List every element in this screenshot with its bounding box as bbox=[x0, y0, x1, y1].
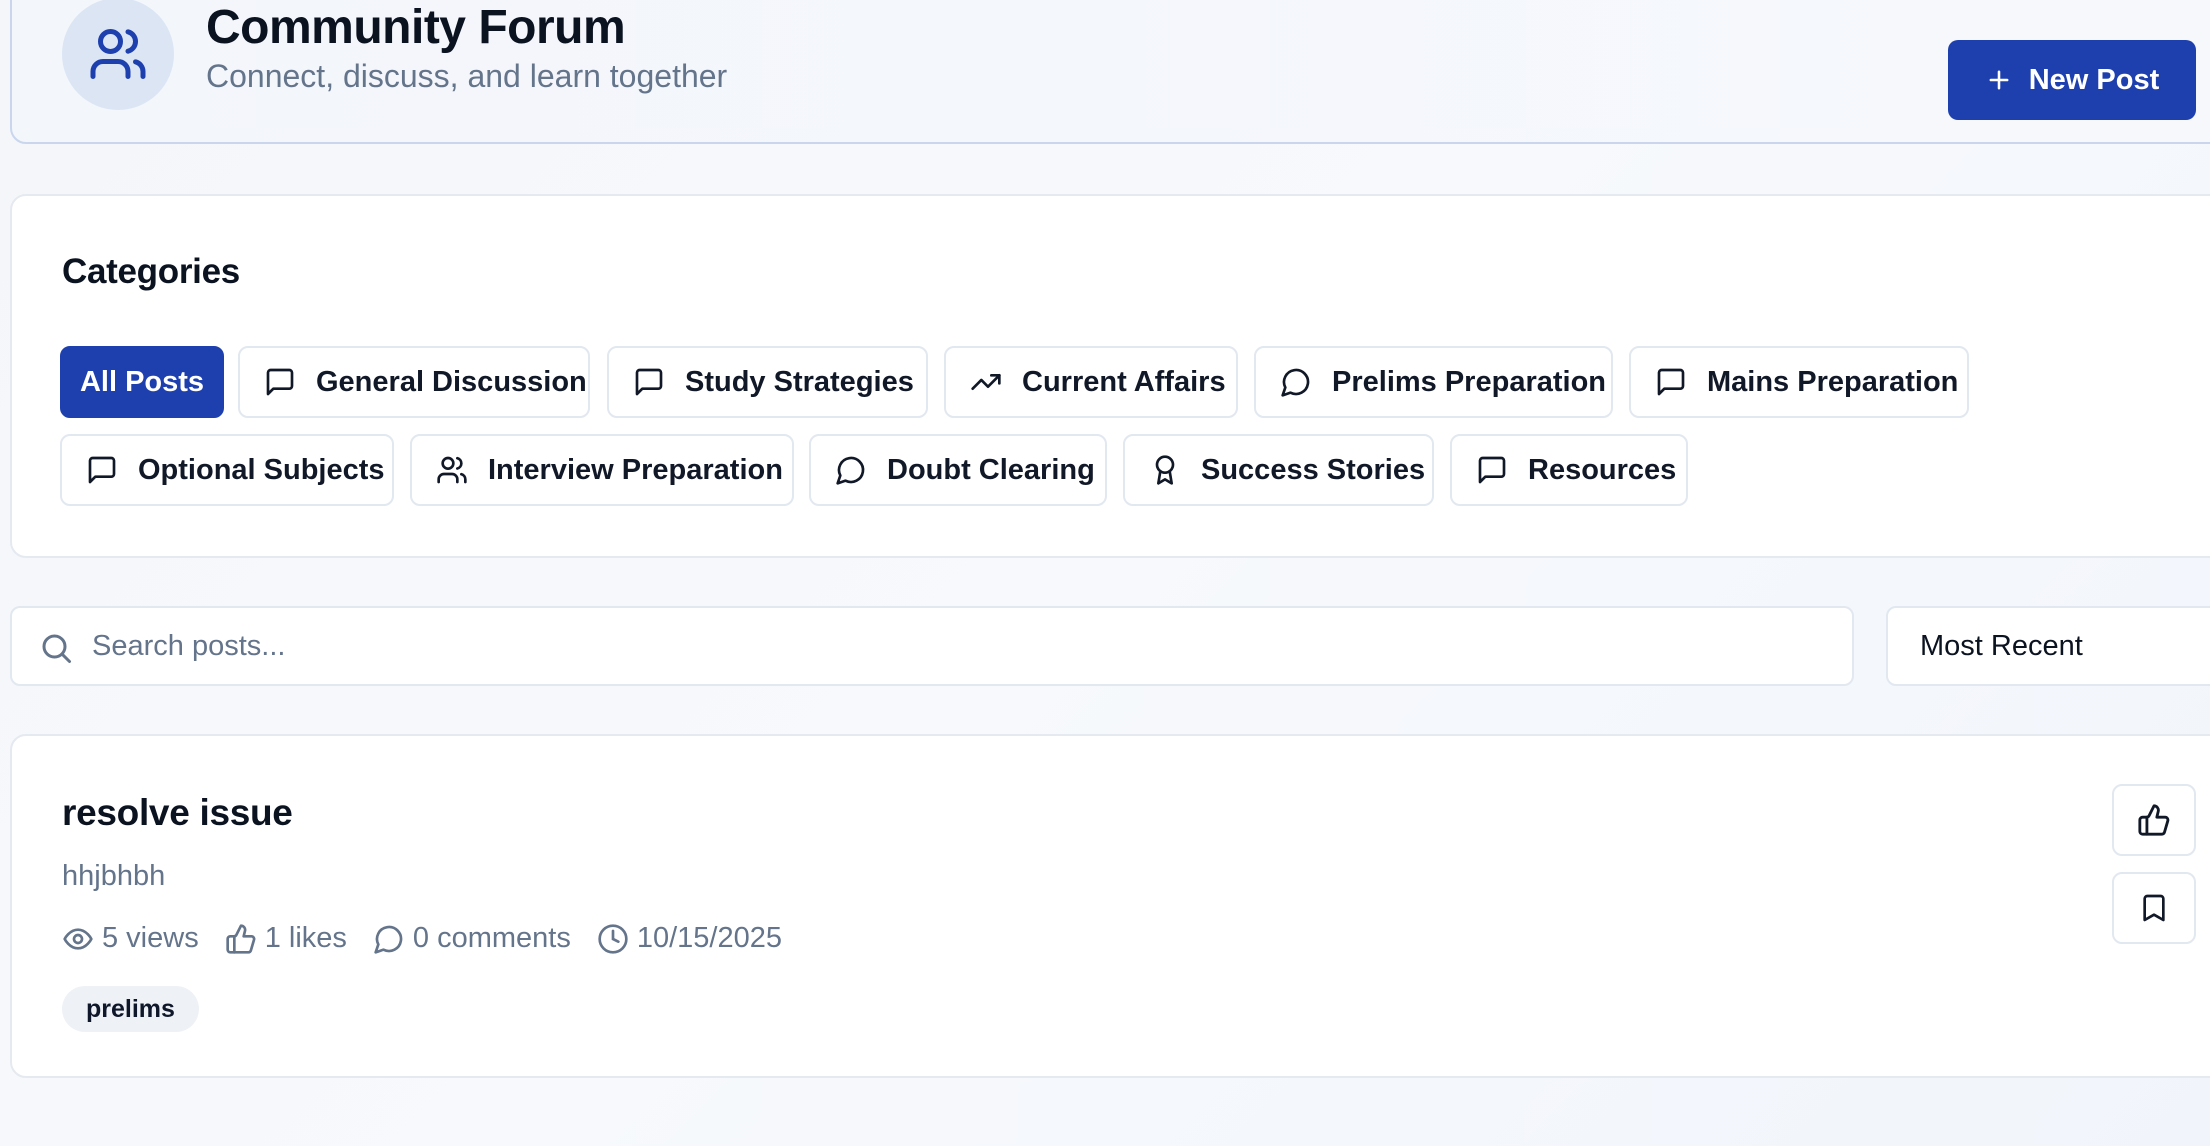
post-date: 10/15/2025 bbox=[597, 922, 782, 955]
post-views: 5 views bbox=[62, 922, 199, 955]
thumbs-up-icon bbox=[2137, 803, 2171, 837]
category-label: Mains Preparation bbox=[1707, 365, 1959, 398]
category-optional-subjects[interactable]: Optional Subjects bbox=[60, 434, 394, 506]
message-circle-icon bbox=[1280, 366, 1312, 398]
category-current-affairs[interactable]: Current Affairs bbox=[944, 346, 1238, 418]
users-icon bbox=[436, 454, 468, 486]
category-label: Doubt Clearing bbox=[887, 453, 1095, 486]
category-study-strategies[interactable]: Study Strategies bbox=[607, 346, 928, 418]
clock-icon bbox=[597, 923, 629, 955]
categories-title: Categories bbox=[62, 252, 240, 291]
page-subtitle: Connect, discuss, and learn together bbox=[206, 58, 728, 94]
category-resources[interactable]: Resources bbox=[1450, 434, 1688, 506]
category-all-posts[interactable]: All Posts bbox=[60, 346, 224, 418]
category-doubt-clearing[interactable]: Doubt Clearing bbox=[809, 434, 1107, 506]
search-icon bbox=[38, 630, 74, 666]
message-circle-icon bbox=[835, 454, 867, 486]
category-label: Prelims Preparation bbox=[1332, 365, 1606, 398]
users-icon bbox=[62, 0, 174, 110]
category-label: Success Stories bbox=[1201, 453, 1426, 486]
bookmark-button[interactable] bbox=[2112, 872, 2196, 944]
eye-icon bbox=[62, 923, 94, 955]
post-views-text: 5 views bbox=[102, 922, 199, 954]
post-likes: 1 likes bbox=[225, 922, 347, 955]
search-box[interactable] bbox=[10, 606, 1854, 686]
category-label: Optional Subjects bbox=[138, 453, 385, 486]
post-card: resolve issue hhjbhbh 5 views 1 likes 0 … bbox=[10, 734, 2210, 1078]
search-input[interactable] bbox=[92, 608, 1792, 684]
message-square-icon bbox=[86, 454, 118, 486]
post-excerpt: hhjbhbh bbox=[62, 860, 166, 892]
message-square-icon bbox=[264, 366, 296, 398]
new-post-label: New Post bbox=[2028, 63, 2160, 96]
page-title: Community Forum bbox=[206, 1, 626, 54]
category-mains-preparation[interactable]: Mains Preparation bbox=[1629, 346, 1969, 418]
post-meta: 5 views 1 likes 0 comments 10/15/2025 bbox=[62, 922, 782, 955]
post-comments-text: 0 comments bbox=[412, 922, 571, 954]
forum-header: Community Forum Connect, discuss, and le… bbox=[10, 0, 2210, 144]
like-button[interactable] bbox=[2112, 784, 2196, 856]
trending-up-icon bbox=[970, 366, 1002, 398]
category-label: All Posts bbox=[79, 365, 205, 398]
post-date-text: 10/15/2025 bbox=[636, 922, 783, 954]
category-label: Interview Preparation bbox=[488, 453, 783, 486]
category-label: Study Strategies bbox=[685, 365, 914, 398]
message-square-icon bbox=[633, 366, 665, 398]
category-interview-preparation[interactable]: Interview Preparation bbox=[410, 434, 794, 506]
category-label: General Discussion bbox=[316, 365, 587, 398]
thumbs-up-icon bbox=[225, 923, 257, 955]
message-circle-icon bbox=[373, 923, 405, 955]
category-general-discussion[interactable]: General Discussion bbox=[238, 346, 590, 418]
post-title[interactable]: resolve issue bbox=[62, 792, 293, 834]
bookmark-icon bbox=[2138, 892, 2170, 924]
message-square-icon bbox=[1476, 454, 1508, 486]
post-comments: 0 comments bbox=[373, 922, 571, 955]
sort-select[interactable]: Most Recent bbox=[1886, 606, 2210, 686]
category-label: Current Affairs bbox=[1022, 365, 1226, 398]
forum-page: Community Forum Connect, discuss, and le… bbox=[0, 0, 2210, 1146]
sort-selected-value: Most Recent bbox=[1920, 629, 2083, 662]
category-success-stories[interactable]: Success Stories bbox=[1123, 434, 1434, 506]
post-tag[interactable]: prelims bbox=[62, 986, 199, 1032]
post-likes-text: 1 likes bbox=[264, 922, 347, 954]
award-icon bbox=[1149, 454, 1181, 486]
new-post-button[interactable]: New Post bbox=[1948, 40, 2196, 120]
category-label: Resources bbox=[1528, 453, 1677, 486]
message-square-icon bbox=[1655, 366, 1687, 398]
plus-icon bbox=[1985, 66, 2013, 94]
category-prelims-preparation[interactable]: Prelims Preparation bbox=[1254, 346, 1613, 418]
